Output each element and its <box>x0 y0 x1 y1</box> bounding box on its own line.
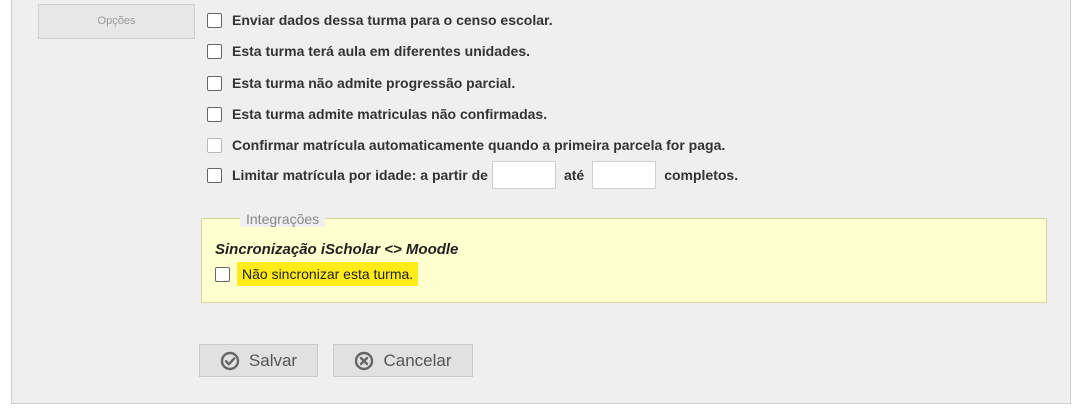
integrations-fieldset: Integrações Sincronização iScholar <> Mo… <box>201 211 1047 303</box>
progressao-parcial-checkbox[interactable] <box>207 75 222 91</box>
option-diferentes-unidades[interactable]: Esta turma terá aula em diferentes unida… <box>207 41 530 61</box>
diferentes-unidades-checkbox[interactable] <box>207 43 222 59</box>
diferentes-unidades-label: Esta turma terá aula em diferentes unida… <box>232 43 530 59</box>
options-section-label: Opções <box>38 4 195 39</box>
check-circle-icon <box>220 351 240 371</box>
moodle-sync-title: Sincronização iScholar <> Moodle <box>215 241 459 258</box>
idade-inicio-input[interactable] <box>491 161 556 189</box>
censo-escolar-label: Enviar dados dessa turma para o censo es… <box>232 12 553 28</box>
progressao-parcial-label: Esta turma não admite progressão parcial… <box>232 75 516 91</box>
option-confirmar-automaticamente: Confirmar matrícula automaticamente quan… <box>207 135 725 155</box>
idade-fim-input[interactable] <box>592 161 657 189</box>
limitar-idade-checkbox[interactable] <box>207 167 222 183</box>
cancel-button[interactable]: Cancelar <box>333 344 473 377</box>
matriculas-nao-confirmadas-label: Esta turma admite matriculas não confirm… <box>232 106 548 122</box>
option-matriculas-nao-confirmadas[interactable]: Esta turma admite matriculas não confirm… <box>207 104 547 124</box>
cancel-button-label: Cancelar <box>383 350 452 370</box>
matriculas-nao-confirmadas-checkbox[interactable] <box>207 106 222 122</box>
save-button-label: Salvar <box>248 350 298 370</box>
censo-escolar-checkbox[interactable] <box>207 12 222 28</box>
nao-sincronizar-label: Não sincronizar esta turma. <box>237 262 419 286</box>
confirmar-automaticamente-label: Confirmar matrícula automaticamente quan… <box>232 137 726 153</box>
options-section-label-text: Opções <box>97 15 136 27</box>
nao-sincronizar-checkbox[interactable] <box>215 266 230 282</box>
limitar-idade-label-start: Limitar matrícula por idade: a partir de <box>232 167 488 183</box>
limitar-idade-label-end: completos. <box>664 167 739 183</box>
nao-sincronizar-option[interactable]: Não sincronizar esta turma. <box>215 262 419 286</box>
limitar-idade-label-mid: até <box>563 167 585 183</box>
form-panel <box>11 0 1071 404</box>
x-circle-icon <box>354 351 374 371</box>
save-button[interactable]: Salvar <box>199 344 318 377</box>
option-limitar-idade[interactable]: Limitar matrícula por idade: a partir de… <box>207 160 742 190</box>
option-censo-escolar[interactable]: Enviar dados dessa turma para o censo es… <box>207 10 553 30</box>
confirmar-automaticamente-checkbox <box>207 137 222 153</box>
option-progressao-parcial[interactable]: Esta turma não admite progressão parcial… <box>207 73 515 93</box>
integrations-legend: Integrações <box>240 211 326 227</box>
